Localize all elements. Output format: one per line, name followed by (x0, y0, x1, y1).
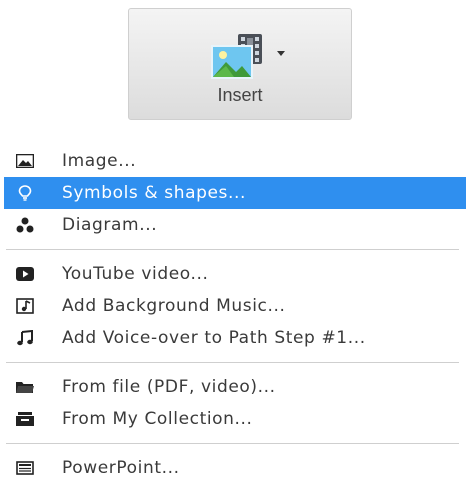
menu-separator (6, 249, 459, 250)
menu-item-label: YouTube video... (62, 264, 209, 284)
menu-group-audio-video: YouTube video... Add Background Music... (0, 258, 466, 354)
menu-item-powerpoint[interactable]: PowerPoint... (0, 452, 466, 484)
lightbulb-icon (16, 185, 34, 201)
menu-item-label: PowerPoint... (62, 458, 180, 478)
menu-group-media: Image... Symbols & shapes... Diagram... (0, 145, 466, 241)
diagram-icon (16, 217, 34, 233)
menu-separator (6, 362, 459, 363)
image-icon (16, 153, 34, 169)
menu-separator (6, 443, 459, 444)
menu-group-import: From file (PDF, video)... From My Collec… (0, 371, 466, 435)
youtube-icon (16, 266, 34, 282)
menu-item-from-file[interactable]: From file (PDF, video)... (0, 371, 466, 403)
music-note-icon (16, 330, 34, 346)
music-file-icon (16, 298, 34, 314)
image-video-icon (211, 34, 262, 79)
insert-button[interactable]: Insert (128, 8, 352, 120)
menu-item-label: Symbols & shapes... (62, 183, 247, 203)
menu-item-label: Diagram... (62, 215, 158, 235)
insert-label: Insert (217, 85, 263, 105)
insert-menu-screen: Insert Image... Symbols & shapes... Diag… (0, 0, 466, 501)
powerpoint-icon (16, 460, 34, 476)
menu-item-background-music[interactable]: Add Background Music... (0, 290, 466, 322)
menu-item-diagram[interactable]: Diagram... (0, 209, 466, 241)
menu-item-label: Add Background Music... (62, 296, 286, 316)
menu-item-label: Add Voice-over to Path Step #1... (62, 328, 366, 348)
menu-item-label: From file (PDF, video)... (62, 377, 276, 397)
menu-item-label: Image... (62, 151, 137, 171)
insert-dropdown-menu: Image... Symbols & shapes... Diagram... … (0, 145, 466, 484)
menu-item-label: From My Collection... (62, 409, 253, 429)
caret-down-icon (277, 51, 285, 56)
menu-item-youtube-video[interactable]: YouTube video... (0, 258, 466, 290)
menu-item-voice-over[interactable]: Add Voice-over to Path Step #1... (0, 322, 466, 354)
menu-item-from-collection[interactable]: From My Collection... (0, 403, 466, 435)
menu-item-symbols-shapes[interactable]: Symbols & shapes... (4, 177, 466, 209)
menu-item-image[interactable]: Image... (0, 145, 466, 177)
menu-group-presentation: PowerPoint... (0, 452, 466, 484)
collection-icon (16, 411, 34, 427)
folder-icon (16, 379, 34, 395)
